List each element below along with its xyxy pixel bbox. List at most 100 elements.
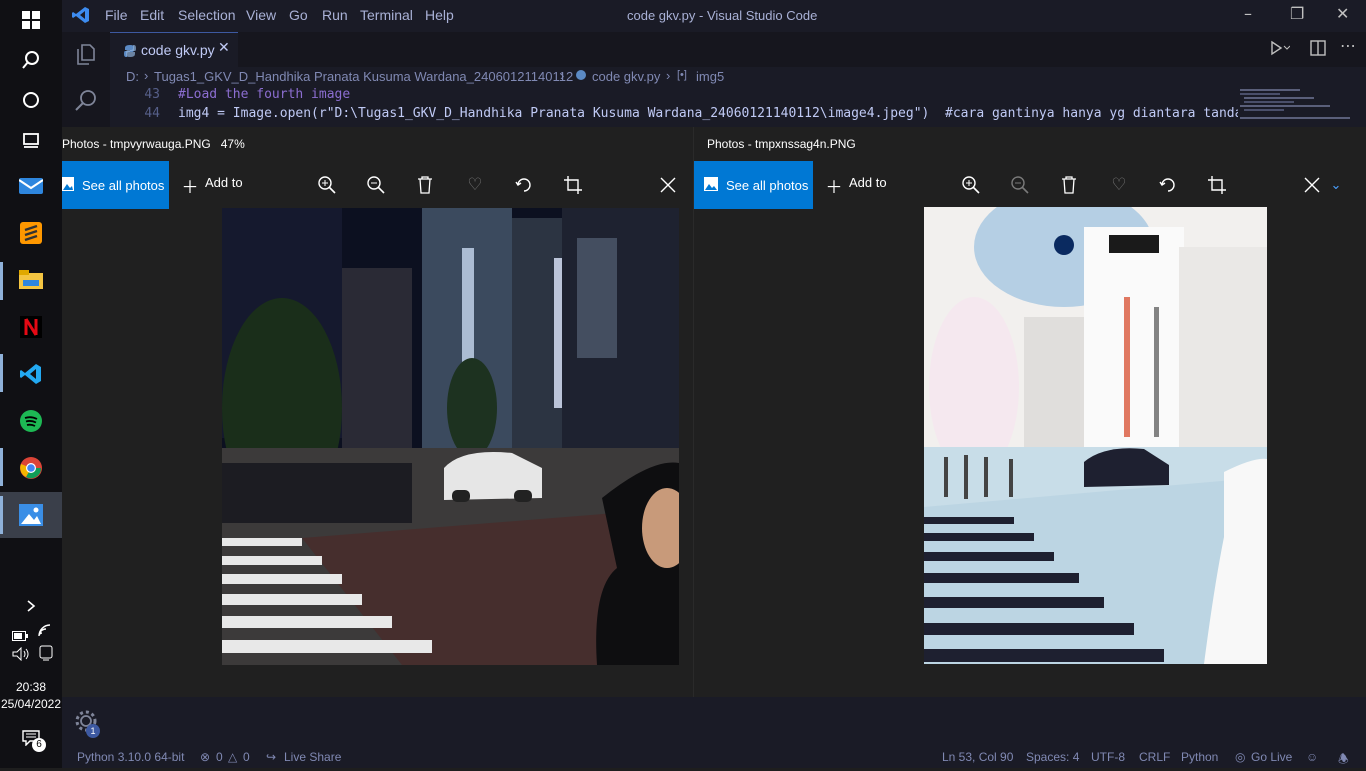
code-editor[interactable]: 43 #Load the fourth image 44 img4 = Imag… <box>110 87 1242 127</box>
zoom-out-icon[interactable] <box>364 173 388 197</box>
menu-terminal[interactable]: Terminal <box>360 7 413 23</box>
chevron-up-icon[interactable] <box>15 590 47 622</box>
breadcrumb: D: › Tugas1_GKV_D_Handhika Pranata Kusum… <box>110 67 1366 87</box>
python-file-icon <box>576 70 586 80</box>
see-all-photos-label: See all photos <box>726 177 809 193</box>
add-to-button[interactable]: Add to <box>205 175 243 190</box>
task-view-icon[interactable] <box>15 124 47 156</box>
see-all-photos-button[interactable]: See all photos <box>62 161 169 209</box>
zoom-in-icon[interactable] <box>315 173 339 197</box>
photos-toolbar: See all photos ＋ Add to ♡ ⌄ <box>694 161 1366 209</box>
chrome-icon[interactable] <box>15 452 47 484</box>
menu-file[interactable]: File <box>105 7 128 23</box>
crop-icon[interactable] <box>1205 173 1229 197</box>
delete-icon[interactable] <box>1057 173 1081 197</box>
warning-icon[interactable]: △ <box>228 750 237 764</box>
mail-icon[interactable] <box>15 170 47 202</box>
live-share[interactable]: Live Share <box>284 750 341 764</box>
photos-app-icon <box>704 176 718 194</box>
start-icon[interactable] <box>15 4 47 36</box>
vscode-icon[interactable] <box>15 358 47 390</box>
language-mode[interactable]: Python <box>1181 750 1218 764</box>
wifi-icon[interactable] <box>38 623 54 642</box>
file-explorer-icon[interactable] <box>15 264 47 296</box>
line-number: 43 <box>144 87 160 102</box>
see-all-photos-button[interactable]: See all photos <box>694 161 813 209</box>
sublime-text-icon[interactable] <box>15 217 47 249</box>
status-bar: Python 3.10.0 64-bit ⊗ 0 △ 0 ↪ Live Shar… <box>62 745 1366 768</box>
close-window-icon[interactable]: ✕ <box>1336 4 1349 23</box>
photos-title: Photos - tmpxnssag4n.PNG <box>707 137 856 151</box>
taskbar: 20:38 25/04/2022 6 <box>0 0 62 768</box>
minimize-icon[interactable]: – <box>1244 4 1252 23</box>
go-live[interactable]: Go Live <box>1251 750 1292 764</box>
volume-icon[interactable] <box>12 646 30 665</box>
breadcrumb-symbol[interactable]: img5 <box>696 69 724 84</box>
line-ending[interactable]: CRLF <box>1139 750 1170 764</box>
clock-date[interactable]: 25/04/2022 <box>0 697 62 711</box>
feedback-icon[interactable]: ☺ <box>1306 750 1318 764</box>
error-icon[interactable]: ⊗ <box>200 750 210 764</box>
error-count[interactable]: 0 <box>216 750 223 764</box>
run-python-icon[interactable] <box>1270 40 1291 60</box>
minimap[interactable] <box>1238 87 1366 127</box>
breadcrumb-file[interactable]: code gkv.py <box>592 69 660 84</box>
code-line[interactable]: #Load the fourth image <box>178 87 350 102</box>
menu-go[interactable]: Go <box>289 7 308 23</box>
photos-window-right: Photos - tmpxnssag4n.PNG See all photos … <box>693 127 1366 697</box>
split-editor-icon[interactable] <box>1310 40 1326 60</box>
breadcrumb-folder[interactable]: Tugas1_GKV_D_Handhika Pranata Kusuma War… <box>154 69 573 84</box>
cortana-icon[interactable] <box>15 84 47 116</box>
explorer-icon[interactable] <box>74 42 98 70</box>
more-actions-icon[interactable]: ⋯ <box>1340 36 1356 55</box>
breadcrumb-drive[interactable]: D: <box>126 69 139 84</box>
tab-label: code gkv.py <box>141 42 215 58</box>
warning-count[interactable]: 0 <box>243 750 250 764</box>
line-number: 44 <box>144 106 160 121</box>
chevron-down-icon[interactable]: ⌄ <box>1324 173 1348 197</box>
code-line[interactable]: img4 = Image.open(r"D:\Tugas1_GKV_D_Hand… <box>178 106 1242 121</box>
photos-icon[interactable] <box>15 499 47 531</box>
zoom-out-icon[interactable] <box>1008 173 1032 197</box>
restore-icon[interactable]: ❐ <box>1290 4 1304 23</box>
notification-badge: 6 <box>32 738 46 752</box>
go-live-icon[interactable]: ◎ <box>1235 750 1245 764</box>
menu-selection[interactable]: Selection <box>178 7 236 23</box>
edit-create-icon[interactable] <box>1300 173 1324 197</box>
menu-help[interactable]: Help <box>425 7 454 23</box>
live-share-icon[interactable]: ↪ <box>266 750 276 764</box>
rotate-icon[interactable] <box>512 173 536 197</box>
battery-icon[interactable] <box>12 626 28 645</box>
rotate-icon[interactable] <box>1156 173 1180 197</box>
python-file-icon <box>124 42 136 61</box>
vscode-logo-icon <box>72 6 90 28</box>
vscode-titlebar: File Edit Selection View Go Run Terminal… <box>62 0 1366 32</box>
favorite-heart-icon[interactable]: ♡ <box>463 173 487 197</box>
menu-view[interactable]: View <box>246 7 276 23</box>
indentation[interactable]: Spaces: 4 <box>1026 750 1079 764</box>
edit-create-icon[interactable] <box>656 173 680 197</box>
add-to-button[interactable]: Add to <box>849 175 887 190</box>
photos-toolbar: See all photos ＋ Add to ♡ <box>62 161 693 209</box>
search-sidebar-icon[interactable] <box>74 88 98 116</box>
menu-run[interactable]: Run <box>322 7 348 23</box>
netflix-icon[interactable] <box>15 311 47 343</box>
zoom-in-icon[interactable] <box>959 173 983 197</box>
tab-code-gkv[interactable]: code gkv.py ✕ <box>110 32 238 67</box>
search-icon[interactable] <box>15 44 47 76</box>
delete-icon[interactable] <box>413 173 437 197</box>
add-icon[interactable]: ＋ <box>822 173 846 198</box>
add-icon[interactable]: ＋ <box>178 173 202 198</box>
cursor-position[interactable]: Ln 53, Col 90 <box>942 750 1013 764</box>
variable-symbol-icon: [•] <box>677 69 687 81</box>
ime-icon[interactable] <box>38 645 54 665</box>
python-interpreter[interactable]: Python 3.10.0 64-bit <box>77 750 184 764</box>
spotify-icon[interactable] <box>15 405 47 437</box>
favorite-heart-icon[interactable]: ♡ <box>1107 173 1131 197</box>
crop-icon[interactable] <box>561 173 585 197</box>
close-tab-icon[interactable]: ✕ <box>218 40 230 56</box>
menu-edit[interactable]: Edit <box>140 7 164 23</box>
clock-time[interactable]: 20:38 <box>0 680 62 694</box>
activity-bar-bottom: 1 <box>62 697 1366 745</box>
encoding[interactable]: UTF-8 <box>1091 750 1125 764</box>
